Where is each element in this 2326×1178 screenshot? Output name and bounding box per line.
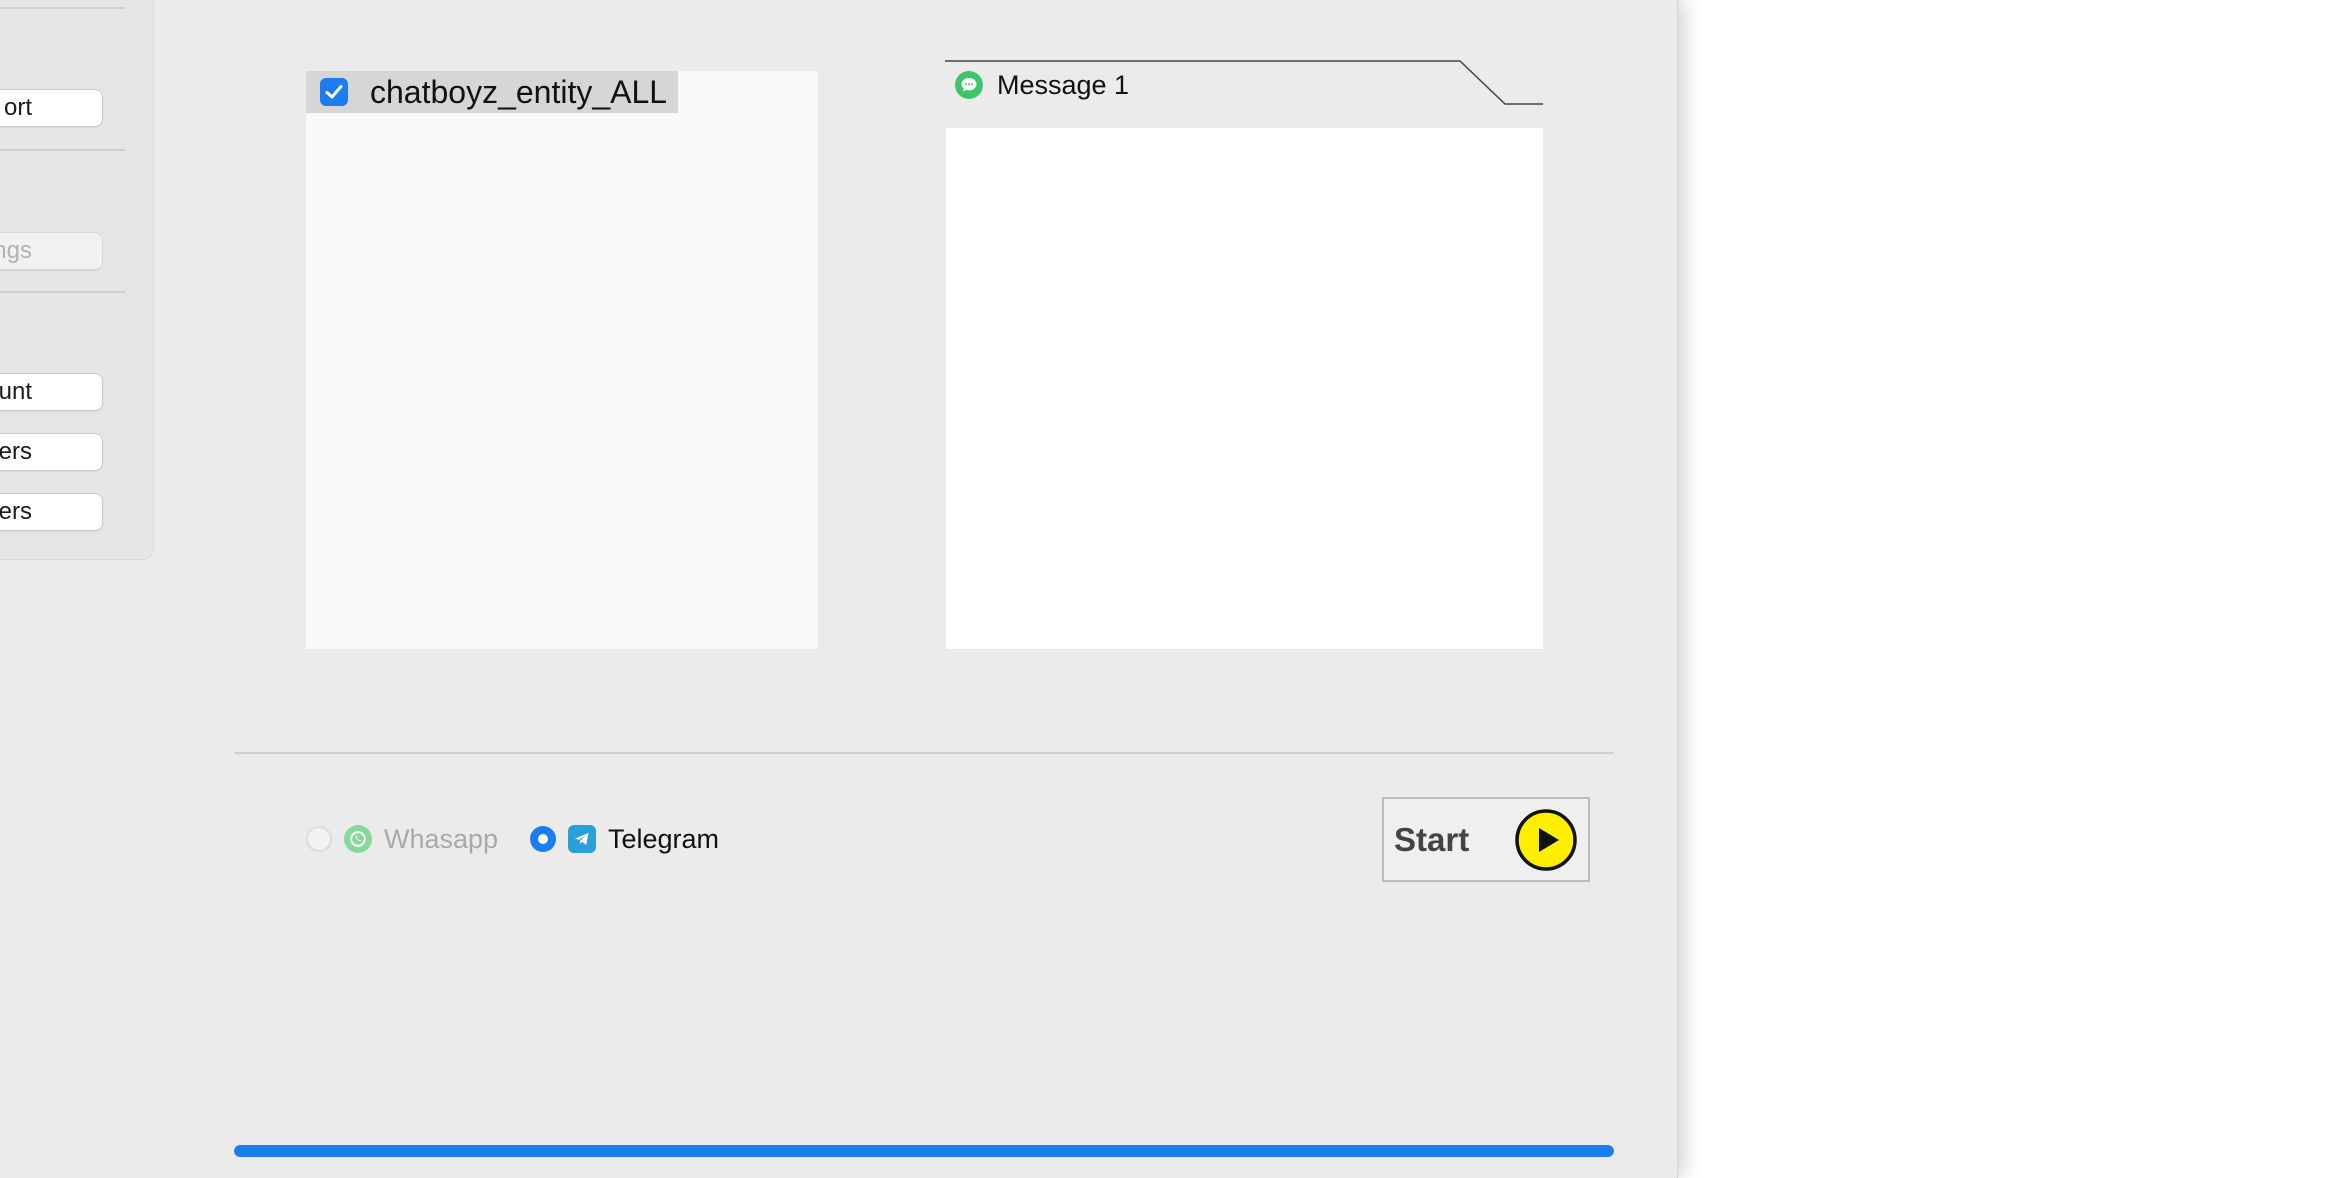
- progress-fill: [234, 1145, 1614, 1157]
- start-button[interactable]: Start: [1382, 797, 1590, 882]
- progress-bar: [234, 1145, 1614, 1157]
- sidebar: ort p ings ount Users Users: [0, 0, 154, 560]
- play-icon: [1515, 809, 1577, 871]
- message-icon: [955, 71, 983, 99]
- telegram-label: Telegram: [608, 823, 720, 854]
- checkmark-icon: [325, 85, 343, 99]
- app-window: ort p ings ount Users Users chatboyz_ent…: [0, 0, 1678, 1178]
- message-textarea[interactable]: [946, 128, 1543, 649]
- entity-list[interactable]: chatboyz_entity_ALL: [306, 71, 818, 649]
- entity-label: chatboyz_entity_ALL: [370, 73, 668, 110]
- telegram-icon: [568, 825, 596, 853]
- settings-button[interactable]: ings: [0, 232, 103, 270]
- tab-label: Message 1: [997, 69, 1130, 100]
- telegram-option[interactable]: Telegram: [530, 821, 719, 857]
- tab-message-1[interactable]: Message 1: [955, 68, 1129, 102]
- sidebar-divider: [0, 7, 125, 9]
- whatsapp-radio[interactable]: [306, 826, 332, 852]
- telegram-radio[interactable]: [530, 826, 556, 852]
- account-button[interactable]: ount: [0, 373, 103, 411]
- whatsapp-label: Whasapp: [384, 823, 499, 854]
- section-divider: [234, 752, 1614, 754]
- whatsapp-option[interactable]: Whasapp: [306, 821, 498, 857]
- whatsapp-icon: [344, 825, 372, 853]
- sidebar-divider: [0, 291, 125, 293]
- users-button[interactable]: Users: [0, 433, 103, 471]
- desktop-background: [1678, 0, 2326, 1178]
- users-button-2[interactable]: Users: [0, 493, 103, 531]
- list-item[interactable]: chatboyz_entity_ALL: [306, 71, 678, 113]
- entity-checkbox[interactable]: [320, 78, 348, 106]
- export-button[interactable]: ort: [0, 89, 103, 127]
- sidebar-divider: [0, 149, 125, 151]
- start-label: Start: [1394, 820, 1470, 858]
